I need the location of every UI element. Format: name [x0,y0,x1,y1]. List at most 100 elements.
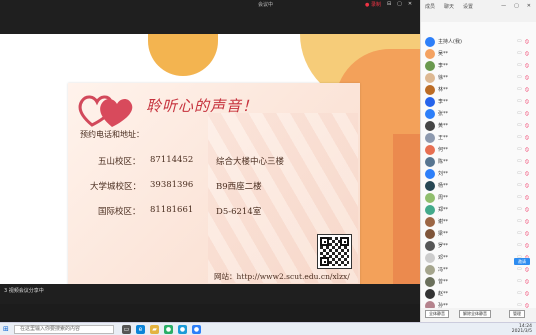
member-row[interactable]: 冯** ▭ ⦸ [421,264,536,276]
campus-phone: 81181661 [150,205,194,215]
camera-off-icon[interactable]: ▭ [517,122,522,128]
unmute-all-button[interactable]: 解除全体静音 [459,310,491,318]
tab-settings[interactable]: 设置 [463,3,473,10]
mic-muted-icon[interactable]: ⦸ [525,290,529,298]
member-name: 张** [438,111,449,117]
mic-muted-icon[interactable]: ⦸ [525,74,529,82]
member-row[interactable]: 谢** ▭ ⦸ [421,216,536,228]
member-row[interactable]: 曾** ▭ ⦸ [421,276,536,288]
mic-muted-icon[interactable]: ⦸ [525,86,529,94]
member-row[interactable]: 林** ▭ ⦸ [421,84,536,96]
share-status-bar: 3 视频会议分享中 [0,284,420,304]
member-row[interactable]: 黄** ▭ ⦸ [421,120,536,132]
decor-shape [148,34,218,76]
member-row[interactable]: 李** ▭ ⦸ [421,96,536,108]
camera-off-icon[interactable]: ▭ [517,98,522,104]
mic-muted-icon[interactable]: ⦸ [525,50,529,58]
qr-code [317,234,352,269]
mute-all-button[interactable]: 全体静音 [425,310,449,318]
close-button[interactable]: ✕ [408,1,412,8]
mic-muted-icon[interactable]: ⦸ [525,218,529,226]
hearts-icon [78,95,133,127]
tab-members[interactable]: 成员 [425,3,435,10]
avatar [425,229,435,239]
camera-off-icon[interactable]: ▭ [517,230,522,236]
mic-muted-icon[interactable]: ⦸ [525,110,529,118]
member-row[interactable]: 徐** ▭ ⦸ [421,72,536,84]
mic-muted-icon[interactable]: ⦸ [525,266,529,274]
mic-muted-icon[interactable]: ⦸ [525,98,529,106]
campus-address: B9西座二楼 [216,182,262,192]
invite-button[interactable]: 邀请 [514,258,530,265]
member-row[interactable]: 周** ▭ ⦸ [421,192,536,204]
camera-off-icon[interactable]: ▭ [517,218,522,224]
avatar [425,133,435,143]
camera-off-icon[interactable]: ▭ [517,170,522,176]
camera-off-icon[interactable]: ▭ [517,134,522,140]
close-icon[interactable]: ✕ [527,3,531,9]
camera-off-icon[interactable]: ▭ [517,74,522,80]
camera-off-icon[interactable]: ▭ [517,242,522,248]
manage-button[interactable]: 管理 [509,310,525,318]
avatar [425,49,435,59]
mic-muted-icon[interactable]: ⦸ [525,62,529,70]
mic-muted-icon[interactable]: ⦸ [525,158,529,166]
member-name: 徐** [438,75,449,81]
record-button[interactable]: ● 录制 [365,1,381,8]
taskbar-search[interactable]: 在这里输入你要搜索的内容 [14,325,114,334]
member-row[interactable]: 李** ▭ ⦸ [421,60,536,72]
maximize-button[interactable]: ▢ [397,1,402,8]
maximize-icon[interactable]: ▢ [514,3,519,9]
task-view-icon[interactable]: ▭ [122,325,131,334]
mic-muted-icon[interactable]: ⦸ [525,38,529,46]
camera-off-icon[interactable]: ▭ [517,290,522,296]
member-row[interactable]: 何** ▭ ⦸ [421,144,536,156]
avatar [425,73,435,83]
member-row[interactable]: 王** ▭ ⦸ [421,132,536,144]
member-row[interactable]: 罗** ▭ ⦸ [421,240,536,252]
avatar [425,61,435,71]
mic-muted-icon[interactable]: ⦸ [525,206,529,214]
minimize-button[interactable]: ⊟ [387,1,391,8]
mic-muted-icon[interactable]: ⦸ [525,242,529,250]
mic-muted-icon[interactable]: ⦸ [525,182,529,190]
camera-off-icon[interactable]: ▭ [517,278,522,284]
wechat-icon[interactable]: ● [164,325,173,334]
member-row[interactable]: 主持人(我) ▭ ⦸ [421,36,536,48]
camera-off-icon[interactable]: ▭ [517,206,522,212]
folder-icon[interactable]: ▰ [150,325,159,334]
member-row[interactable]: 郑** ▭ ⦸ [421,204,536,216]
mic-muted-icon[interactable]: ⦸ [525,278,529,286]
mic-muted-icon[interactable]: ⦸ [525,134,529,142]
member-row[interactable]: 陈** ▭ ⦸ [421,156,536,168]
mic-muted-icon[interactable]: ⦸ [525,170,529,178]
meeting-icon[interactable]: ● [192,325,201,334]
mic-muted-icon[interactable]: ⦸ [525,146,529,154]
camera-off-icon[interactable]: ▭ [517,194,522,200]
camera-off-icon[interactable]: ▭ [517,86,522,92]
mic-muted-icon[interactable]: ⦸ [525,122,529,130]
mic-muted-icon[interactable]: ⦸ [525,194,529,202]
camera-off-icon[interactable]: ▭ [517,182,522,188]
member-row[interactable]: 张** ▭ ⦸ [421,108,536,120]
windows-start-icon[interactable]: ⊞ [3,325,9,333]
camera-off-icon[interactable]: ▭ [517,110,522,116]
member-row[interactable]: 梁** ▭ ⦸ [421,228,536,240]
member-row[interactable]: 吴** ▭ ⦸ [421,48,536,60]
tab-chat[interactable]: 聊天 [444,3,454,10]
avatar [425,277,435,287]
member-row[interactable]: 赵** ▭ ⦸ [421,288,536,300]
qq-icon[interactable]: ● [178,325,187,334]
edge-icon[interactable]: e [136,325,145,334]
member-row[interactable]: 杨** ▭ ⦸ [421,180,536,192]
camera-off-icon[interactable]: ▭ [517,146,522,152]
camera-off-icon[interactable]: ▭ [517,38,522,44]
mic-muted-icon[interactable]: ⦸ [525,230,529,238]
member-row[interactable]: 刘** ▭ ⦸ [421,168,536,180]
camera-off-icon[interactable]: ▭ [517,158,522,164]
camera-off-icon[interactable]: ▭ [517,50,522,56]
camera-off-icon[interactable]: ▭ [517,266,522,272]
minimize-icon[interactable]: — [501,3,506,9]
qr-corner [340,237,349,246]
camera-off-icon[interactable]: ▭ [517,62,522,68]
